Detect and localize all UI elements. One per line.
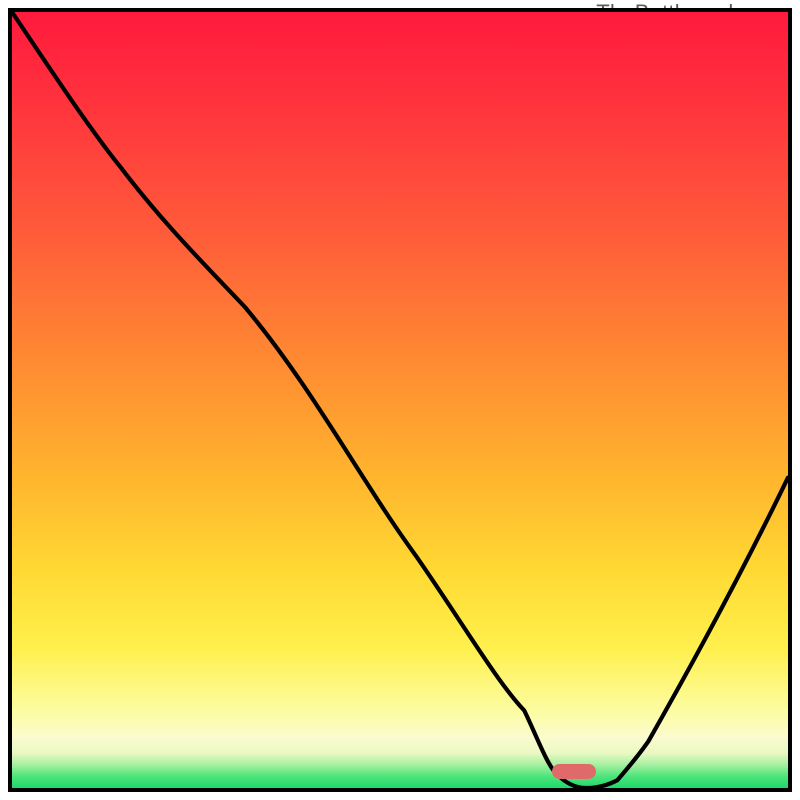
- chart-container: TheBottleneck.com: [0, 0, 800, 800]
- bottleneck-marker: [552, 764, 596, 779]
- plot-area: [8, 8, 792, 792]
- bottleneck-curve: [12, 12, 788, 788]
